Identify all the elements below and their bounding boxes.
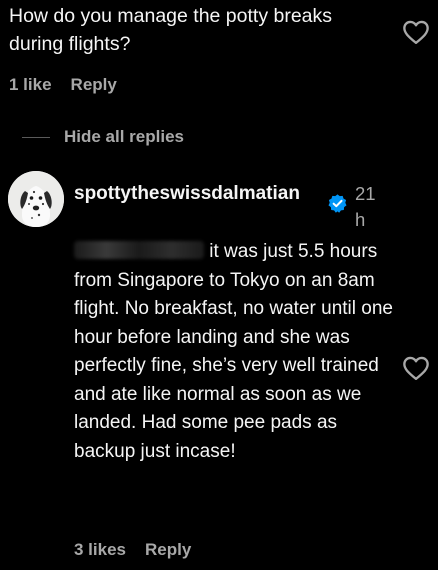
parent-comment: How do you manage the potty breaks durin…: [9, 2, 389, 58]
like-count[interactable]: 3 likes: [74, 540, 126, 560]
hide-replies-label[interactable]: Hide all replies: [64, 127, 184, 147]
verified-badge-icon: [327, 193, 348, 214]
reply-button[interactable]: Reply: [71, 75, 117, 95]
comment-thread: How do you manage the potty breaks durin…: [0, 0, 438, 570]
heart-icon[interactable]: [402, 355, 430, 381]
reply-text-block: it was just 5.5 hours from Singapore to …: [74, 238, 396, 466]
parent-comment-meta: 1 like Reply: [9, 75, 117, 95]
redacted-mention: [74, 241, 204, 259]
divider-line: [22, 136, 50, 138]
reply-timestamp: 21 h: [355, 183, 376, 230]
reply-username[interactable]: spottytheswissdalmatian: [74, 181, 324, 207]
hide-replies-button[interactable]: Hide all replies: [22, 127, 184, 147]
reply-text: it was just 5.5 hours from Singapore to …: [74, 241, 393, 462]
like-count[interactable]: 1 like: [9, 75, 52, 95]
avatar[interactable]: [8, 171, 64, 227]
parent-comment-text: How do you manage the potty breaks durin…: [9, 5, 333, 55]
reply-button[interactable]: Reply: [145, 540, 191, 560]
reply-meta: 3 likes Reply: [74, 540, 191, 560]
heart-icon[interactable]: [402, 19, 430, 45]
